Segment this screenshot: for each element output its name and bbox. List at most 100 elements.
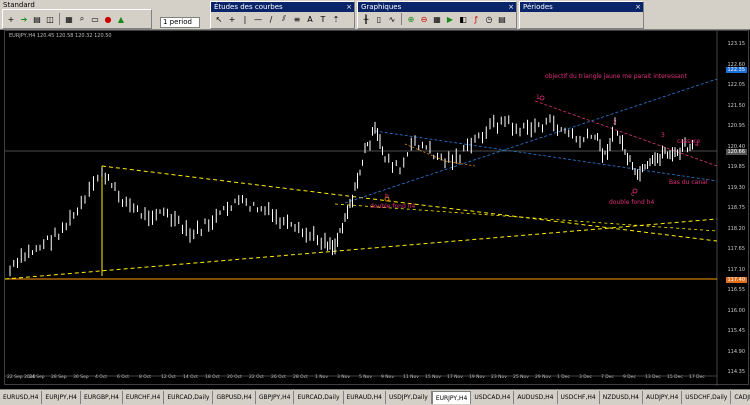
time-label: 1 Dec	[557, 375, 571, 380]
time-label: 15 Dec	[667, 375, 683, 380]
price-label: 117.10	[727, 266, 746, 273]
time-label: 26 Oct	[271, 375, 286, 380]
time-label: 5 Nov	[359, 375, 373, 380]
price-chart[interactable]: EURJPY,H4 120.45 120.58 120.32 120.50 12…	[4, 30, 749, 386]
price-label: 115.45	[727, 328, 746, 334]
chart-tab[interactable]: EURJPY,H4	[42, 391, 81, 404]
line-studies-toolbar: Études des courbes × ↖ + | — ∕ ⫽ ≡ A T ⇡	[210, 1, 355, 29]
line-chart-icon[interactable]: ∿	[386, 13, 398, 25]
double-bottom-annotation: double fond h4	[370, 203, 416, 210]
price-label: 117.65	[727, 246, 746, 252]
market-watch-icon[interactable]: ▤	[31, 13, 43, 25]
candle-chart-icon[interactable]: ▯	[373, 13, 385, 25]
chart-tab-bar: EURUSD,H4 EURJPY,H4 EURGBP,H4 EURCHF,H4 EURC…	[0, 389, 750, 405]
label-2: 2	[613, 119, 617, 126]
crosshair-icon[interactable]: +	[226, 13, 238, 25]
line-studies-title: Études des courbes	[211, 2, 354, 12]
label-icon[interactable]: T	[317, 13, 329, 25]
price-label: 116.00	[727, 307, 746, 314]
time-axis: 22 Sep 2010 24 Sep 28 Sep 30 Sep 4 Oct 6 Oct 8…	[5, 375, 717, 383]
time-label: 3 Nov	[337, 375, 351, 380]
data-window-icon[interactable]: ▭	[89, 13, 101, 25]
bar-chart-icon[interactable]: ╫	[360, 13, 372, 25]
vertical-line-icon[interactable]: |	[239, 13, 251, 25]
channel-icon[interactable]: ⫽	[278, 13, 290, 25]
price-label: 114.90	[727, 348, 746, 355]
channel-lower-line	[374, 130, 718, 182]
price-label: 122.05	[727, 82, 746, 88]
label-1: 1	[536, 94, 540, 101]
chart-tab[interactable]: USDJPY,Daily	[386, 391, 432, 404]
periods-toolbar: Périodes ×	[519, 1, 644, 29]
chart-tab[interactable]: EURGBP,H4	[81, 391, 123, 404]
chart-tab[interactable]: USDCHF,H4	[558, 391, 600, 404]
time-label: 17 Dec	[689, 375, 705, 380]
terminal-icon[interactable]: ▦	[63, 13, 75, 25]
expert-icon[interactable]: ▲	[115, 13, 127, 25]
template-icon[interactable]: ▤	[496, 13, 508, 25]
charts-title: Graphiques	[358, 2, 516, 12]
time-label: 13 Dec	[645, 375, 661, 380]
autoscroll-icon[interactable]: ▶	[444, 13, 456, 25]
chart-tab[interactable]: AUDJPY,H4	[643, 391, 683, 404]
close-icon[interactable]: ×	[508, 2, 514, 12]
zoom-out-icon[interactable]: ⊖	[418, 13, 430, 25]
time-label: 20 Oct	[227, 375, 242, 380]
time-label: 24 Sep	[29, 375, 45, 380]
price-label: 119.85	[727, 164, 746, 170]
time-label: 11 Nov	[403, 375, 419, 380]
chart-tab[interactable]: EURJPY,H4	[431, 391, 472, 404]
pivot-marker	[539, 95, 545, 101]
time-label: 19 Nov	[469, 375, 485, 380]
chart-shift-icon[interactable]: ◧	[457, 13, 469, 25]
standard-toolbar: + ➔ ▤ ◫ ▦ ⌕ ▭ ● ▲	[2, 9, 152, 29]
chart-tab[interactable]: EURUSD,H4	[0, 391, 43, 404]
navigator-icon[interactable]: ◫	[44, 13, 56, 25]
chart-tab[interactable]: EURCHF,H4	[123, 391, 165, 404]
chart-tab[interactable]: EURAUD,H4	[344, 391, 386, 404]
charts-toolbar: Graphiques × ╫ ▯ ∿ ⊕ ⊖ ▦ ▶ ◧ ƒ ◷ ▤	[357, 1, 517, 29]
close-icon[interactable]: ×	[346, 2, 352, 12]
arrow-icon[interactable]: ➔	[18, 13, 30, 25]
trendline-icon[interactable]: ∕	[265, 13, 277, 25]
chart-tab[interactable]: GBPJPY,H4	[256, 391, 295, 404]
time-label: 29 Nov	[535, 375, 551, 380]
chart-tab[interactable]: USDCAD,H4	[471, 391, 515, 404]
periods-icon[interactable]: ◷	[483, 13, 495, 25]
new-chart-icon[interactable]: +	[5, 13, 17, 25]
cursor-icon[interactable]: ↖	[213, 13, 225, 25]
time-label: 12 Oct	[161, 375, 176, 380]
order-icon[interactable]: ●	[102, 13, 114, 25]
orange-pattern-line	[404, 143, 476, 167]
chart-tab[interactable]: NZDUSD,H4	[600, 391, 643, 404]
time-label: 3 Dec	[579, 375, 593, 380]
tile-icon[interactable]: ▦	[431, 13, 443, 25]
indicators-icon[interactable]: ƒ	[470, 13, 482, 25]
time-label: 9 Dec	[623, 375, 637, 380]
chart-tab[interactable]: AUDUSD,H4	[514, 391, 558, 404]
periods-title: Périodes	[520, 2, 643, 12]
time-label: 1 Nov	[315, 375, 329, 380]
fibonacci-icon[interactable]: ≡	[291, 13, 303, 25]
chart-tab[interactable]: GBPUSD,H4	[213, 391, 256, 404]
price-label: 120.95	[727, 123, 746, 129]
horizontal-line-icon[interactable]: —	[252, 13, 264, 25]
period-combo[interactable]: 1 period	[160, 17, 200, 28]
chart-tab[interactable]: EURCAD,Daily	[164, 391, 214, 404]
text-icon[interactable]: A	[304, 13, 316, 25]
close-icon[interactable]: ×	[635, 2, 641, 12]
chart-tab[interactable]: USDCHF,Daily	[682, 391, 732, 404]
arrows-icon[interactable]: ⇡	[330, 13, 342, 25]
channel-upper-line	[344, 78, 718, 204]
time-label: 14 Oct	[183, 375, 198, 380]
resistance-line	[534, 100, 718, 167]
tester-icon[interactable]: ⌕	[76, 13, 88, 25]
time-label: 25 Nov	[513, 375, 529, 380]
chart-tab[interactable]: EURCAD,Daily	[294, 391, 344, 404]
time-label: 23 Nov	[491, 375, 507, 380]
zoom-in-icon[interactable]: ⊕	[405, 13, 417, 25]
price-tag: 122.35	[725, 67, 747, 73]
price-label: 118.20	[727, 225, 746, 232]
chart-tab[interactable]: CADJPY,H4	[731, 391, 750, 404]
app-window: Standard + ➔ ▤ ◫ ▦ ⌕ ▭ ● ▲ 1 period Étud…	[0, 0, 750, 405]
